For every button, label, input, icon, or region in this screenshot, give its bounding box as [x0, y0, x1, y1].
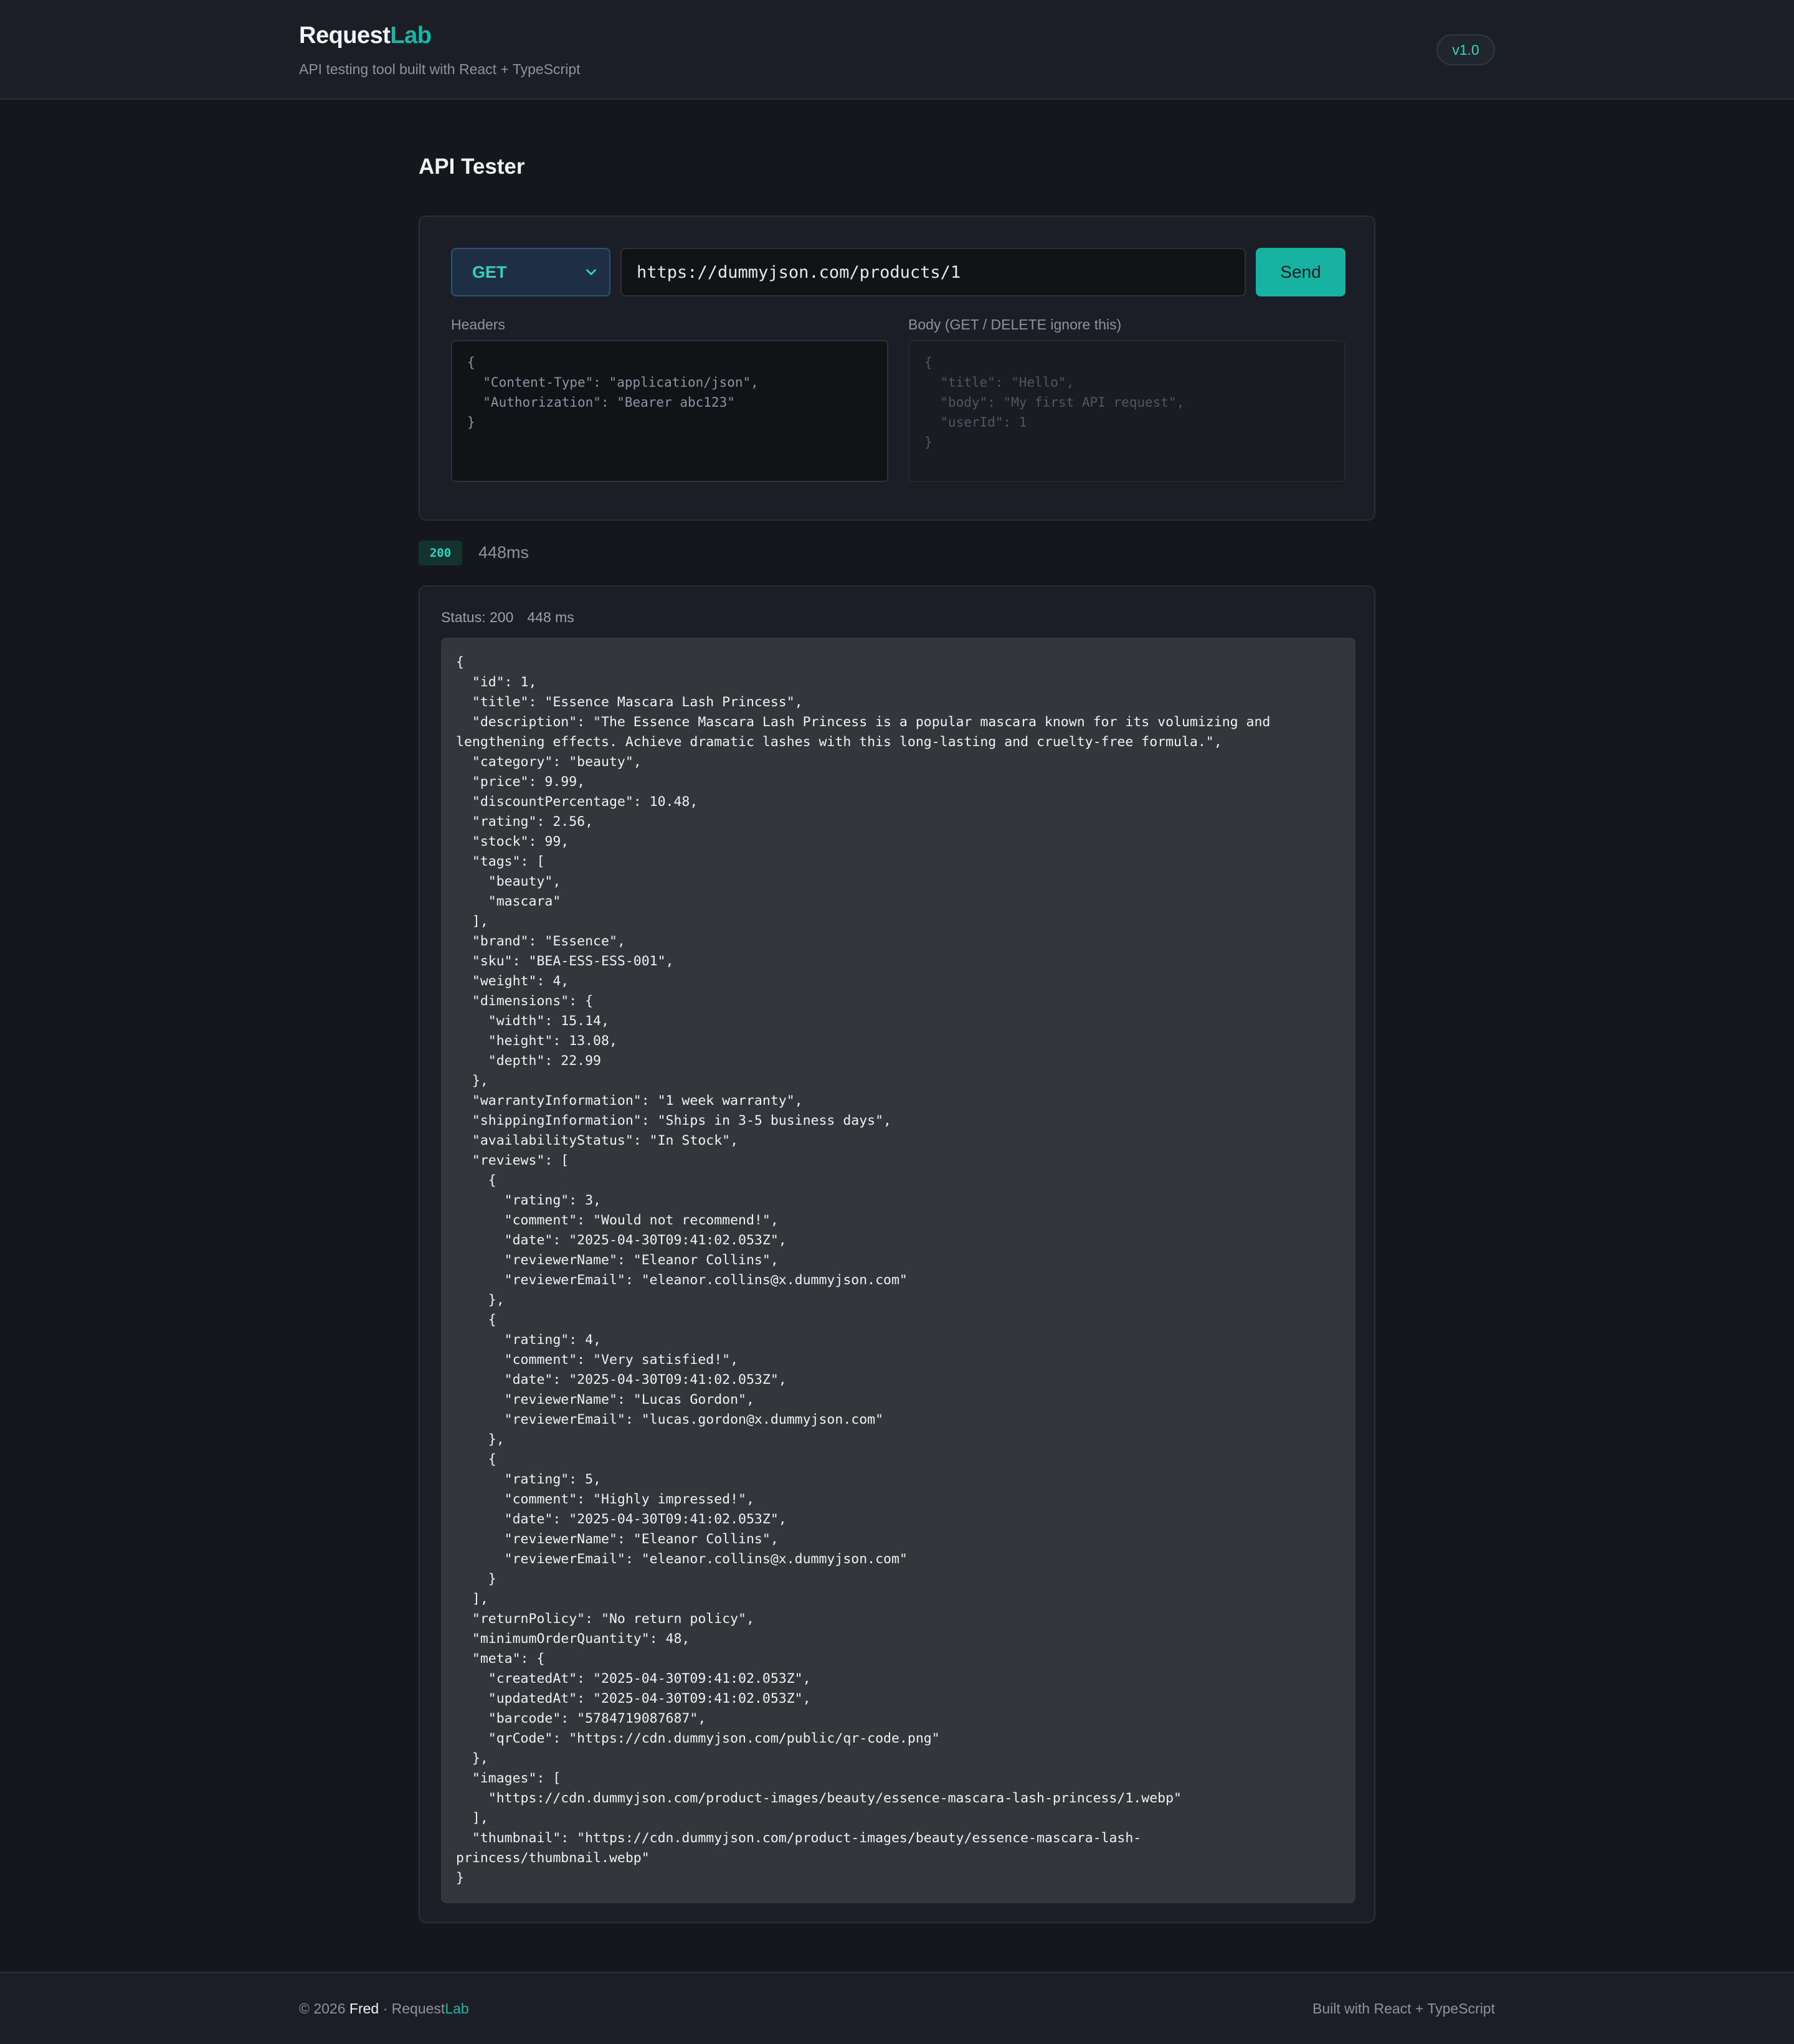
method-select[interactable]: GET: [451, 248, 610, 296]
response-panel: Status: 200 448 ms { "id": 1, "title": "E…: [419, 585, 1375, 1923]
footer-copyright: © 2026 Fred · RequestLab: [299, 2000, 469, 2017]
request-panel: GET https://dummyjson.com/products/1 Sen…: [419, 215, 1375, 521]
response-status-text: Status: 200: [441, 609, 514, 625]
footer-brand: RequestLab: [392, 2000, 469, 2017]
copyright-text: © 2026: [299, 2000, 346, 2017]
footer: © 2026 Fred · RequestLab Built with Reac…: [0, 1972, 1794, 2044]
top-bar: RequestLab API testing tool built with R…: [0, 0, 1794, 100]
tagline: API testing tool built with React + Type…: [299, 61, 581, 77]
footer-brand-main: Request: [391, 2000, 445, 2017]
chevron-down-icon: [586, 269, 596, 275]
response-time: 448ms: [478, 543, 529, 562]
brand-accent: Lab: [390, 22, 432, 49]
footer-separator: ·: [382, 2000, 388, 2017]
brand-main: Request: [299, 22, 391, 49]
url-input[interactable]: https://dummyjson.com/products/1: [620, 248, 1246, 296]
method-value: GET: [472, 262, 507, 282]
body-label: Body (GET / DELETE ignore this): [908, 316, 1122, 333]
page-title: API Tester: [419, 154, 525, 179]
body-textarea[interactable]: { "title": "Hello", "body": "My first AP…: [908, 340, 1346, 482]
footer-brand-accent: Lab: [445, 2000, 469, 2017]
response-meta: Status: 200 448 ms: [441, 609, 574, 626]
status-badge: 200: [419, 541, 462, 565]
footer-built-with: Built with React + TypeScript: [1312, 2000, 1495, 2017]
headers-label: Headers: [451, 316, 505, 333]
version-badge: v1.0: [1436, 34, 1495, 65]
author-name: Fred: [349, 2000, 379, 2017]
response-body[interactable]: { "id": 1, "title": "Essence Mascara Las…: [441, 638, 1355, 1903]
headers-textarea[interactable]: { "Content-Type": "application/json", "A…: [451, 340, 888, 482]
brand-logo[interactable]: RequestLab: [299, 22, 432, 49]
response-time-text: 448 ms: [527, 609, 574, 625]
send-button[interactable]: Send: [1256, 248, 1346, 296]
